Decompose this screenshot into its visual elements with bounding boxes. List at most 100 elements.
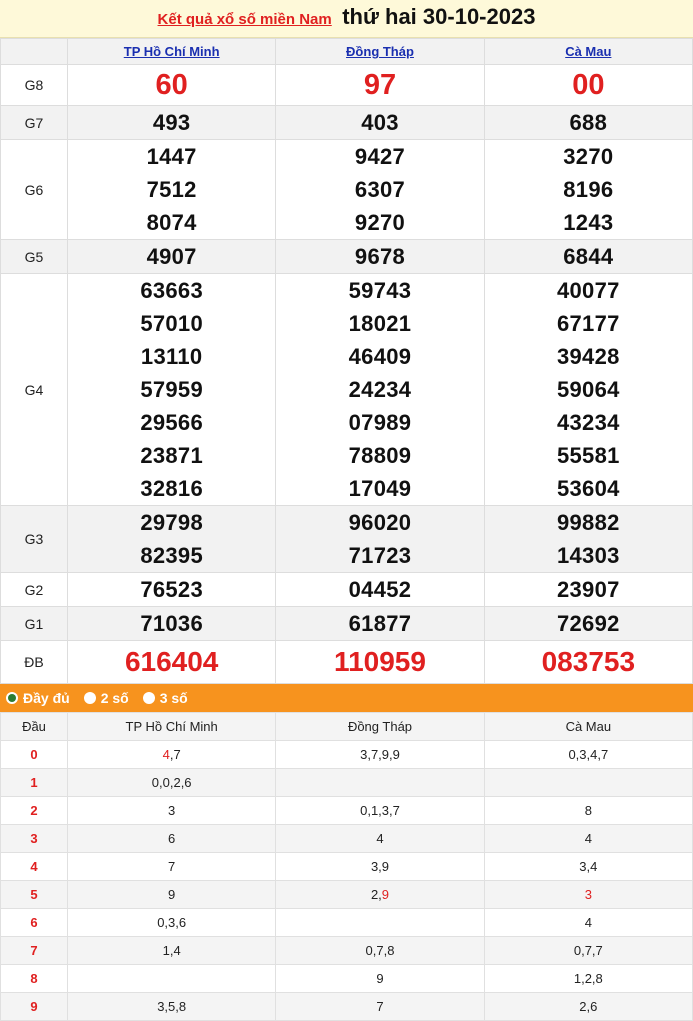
prize-number: 8074 [146, 210, 197, 235]
prize-number: 8196 [563, 177, 614, 202]
option-3-digits[interactable]: 3 số [142, 690, 188, 706]
results-link[interactable]: Kết quả xổ số miền Nam [158, 11, 332, 28]
prize-cell: 63663 57010 13110 57959 29566 23871 32816 [66, 273, 277, 506]
prize-cell: 99882 14303 [483, 505, 693, 573]
prize-row-g4: G4 63663 57010 13110 57959 29566 23871 32816 5… [0, 273, 693, 506]
prize-number: 55581 [556, 443, 620, 468]
prize-number: 82395 [140, 543, 203, 568]
prize-number: 07989 [348, 410, 412, 435]
prize-number: 53604 [556, 476, 620, 501]
head-digit: 9 [0, 992, 68, 1021]
tail-digits-cell: 6 [66, 824, 277, 853]
radio-selected-icon[interactable] [6, 692, 18, 704]
prize-cell: 97 [275, 64, 485, 106]
prize-cell: 6844 [483, 239, 693, 274]
tail-digits-cell: 3,7,9,9 [275, 740, 485, 769]
head-digit-row: 2 3 0,1,3,7 8 [0, 796, 693, 825]
tail-digits: 3,4 [579, 859, 598, 874]
tail-digits-cell: 0,7,7 [483, 936, 693, 965]
province-hcm[interactable]: TP Hồ Chí Minh [66, 38, 277, 65]
prize-row-g3: G3 29798 82395 96020 71723 99882 14303 [0, 505, 693, 573]
tail-digits: 6 [168, 831, 176, 846]
prize-number: 32816 [140, 476, 203, 501]
radio-icon[interactable] [142, 692, 155, 704]
province-dong-thap[interactable]: Đồng Tháp [275, 38, 485, 65]
display-options-bar: Đầy đủ 2 số 3 số [0, 684, 693, 712]
tail-digits-cell [483, 768, 693, 797]
tail-digits-cell: 3,9 [275, 852, 485, 881]
option-2-digits[interactable]: 2 số [83, 690, 129, 706]
prize-number: 29798 [140, 510, 203, 535]
tail-digits-cell: 1,4 [66, 936, 277, 965]
prize-cell: 00 [483, 64, 693, 106]
tail-digits-cell: 7 [66, 852, 277, 881]
prize-cell: 60 [66, 64, 277, 106]
prize-number: 99882 [556, 510, 620, 535]
head-digit: 7 [0, 936, 68, 965]
province-ca-mau[interactable]: Cà Mau [483, 38, 693, 65]
prize-number: 59064 [556, 377, 620, 402]
tail-digits: 9 [376, 971, 384, 986]
head-digit: 3 [0, 824, 68, 853]
prize-label: G7 [0, 105, 68, 140]
prize-number: 67177 [556, 311, 620, 336]
radio-icon[interactable] [83, 692, 96, 704]
prize-cell: 04452 [275, 572, 485, 607]
tail-digits-cell: 8 [483, 796, 693, 825]
prize-cell: 76523 [66, 572, 277, 607]
head-digit-row: 0 4,7 3,7,9,9 0,3,4,7 [0, 740, 693, 769]
tail-digits-cell: 3 [66, 796, 277, 825]
tail-digits: 1,2,8 [573, 971, 603, 986]
tail-digits: 7 [376, 999, 384, 1014]
prize-number: 3270 [563, 144, 614, 169]
prize-number: 23871 [140, 443, 203, 468]
province-column: TP Hồ Chí Minh [66, 712, 277, 741]
prize-number: 43234 [556, 410, 620, 435]
tail-digits-cell: 0,3,4,7 [483, 740, 693, 769]
tail-digits: 3,9 [370, 859, 390, 874]
tail-digits-cell: 9 [275, 964, 485, 993]
prize-number: 7512 [146, 177, 197, 202]
prize-number: 6307 [354, 177, 406, 202]
prize-label: G2 [0, 572, 68, 607]
head-digit-table: Đầu TP Hồ Chí Minh Đồng Tháp Cà Mau 0 4,7… [0, 712, 693, 1021]
head-digit: 5 [0, 880, 68, 909]
prize-cell: 59743 18021 46409 24234 07989 78809 17049 [275, 273, 485, 506]
tail-digits: 9 [168, 887, 176, 902]
prize-label: G8 [0, 64, 68, 106]
tail-digits-cell: 0,0,2,6 [66, 768, 277, 797]
tail-digits: 2,6 [579, 999, 598, 1014]
tail-digits: 0,3,6 [157, 915, 187, 930]
head-digit-row: 7 1,4 0,7,8 0,7,7 [0, 936, 693, 965]
prize-number: 14303 [556, 543, 620, 568]
tail-digits: 2, [370, 887, 382, 902]
prize-number: 9270 [354, 210, 406, 235]
head-digit: 4 [0, 852, 68, 881]
prize-label: G5 [0, 239, 68, 274]
prize-number: 96020 [348, 510, 412, 535]
jackpot-cell: 083753 [483, 640, 693, 684]
tail-digits: 4 [584, 915, 592, 930]
prize-cell: 688 [483, 105, 693, 140]
option-full[interactable]: Đầy đủ [6, 690, 70, 706]
tail-digits-cell: 9 [66, 880, 277, 909]
tail-digits: 3,5,8 [157, 999, 187, 1014]
prize-number: 40077 [556, 278, 620, 303]
tail-digits-cell: 0,1,3,7 [275, 796, 485, 825]
tail-digits: 0,1,3,7 [360, 803, 400, 818]
head-digit-row: 8 9 1,2,8 [0, 964, 693, 993]
prize-cell: 96020 71723 [275, 505, 485, 573]
prize-number: 57959 [140, 377, 203, 402]
prize-cell: 40077 67177 39428 59064 43234 55581 53604 [483, 273, 693, 506]
prize-label: G6 [0, 139, 68, 240]
prize-cell: 493 [66, 105, 277, 140]
prize-row-db: ĐB 616404 110959 083753 [0, 640, 693, 684]
prize-number: 1243 [563, 210, 614, 235]
tail-digits-cell [275, 768, 485, 797]
tail-digits: 1,4 [162, 943, 181, 958]
draw-date: thứ hai 30-10-2023 [342, 4, 536, 29]
prize-cell: 29798 82395 [66, 505, 277, 573]
prize-number: 18021 [348, 311, 412, 336]
prize-number: 57010 [140, 311, 203, 336]
prize-cell: 72692 [483, 606, 693, 641]
